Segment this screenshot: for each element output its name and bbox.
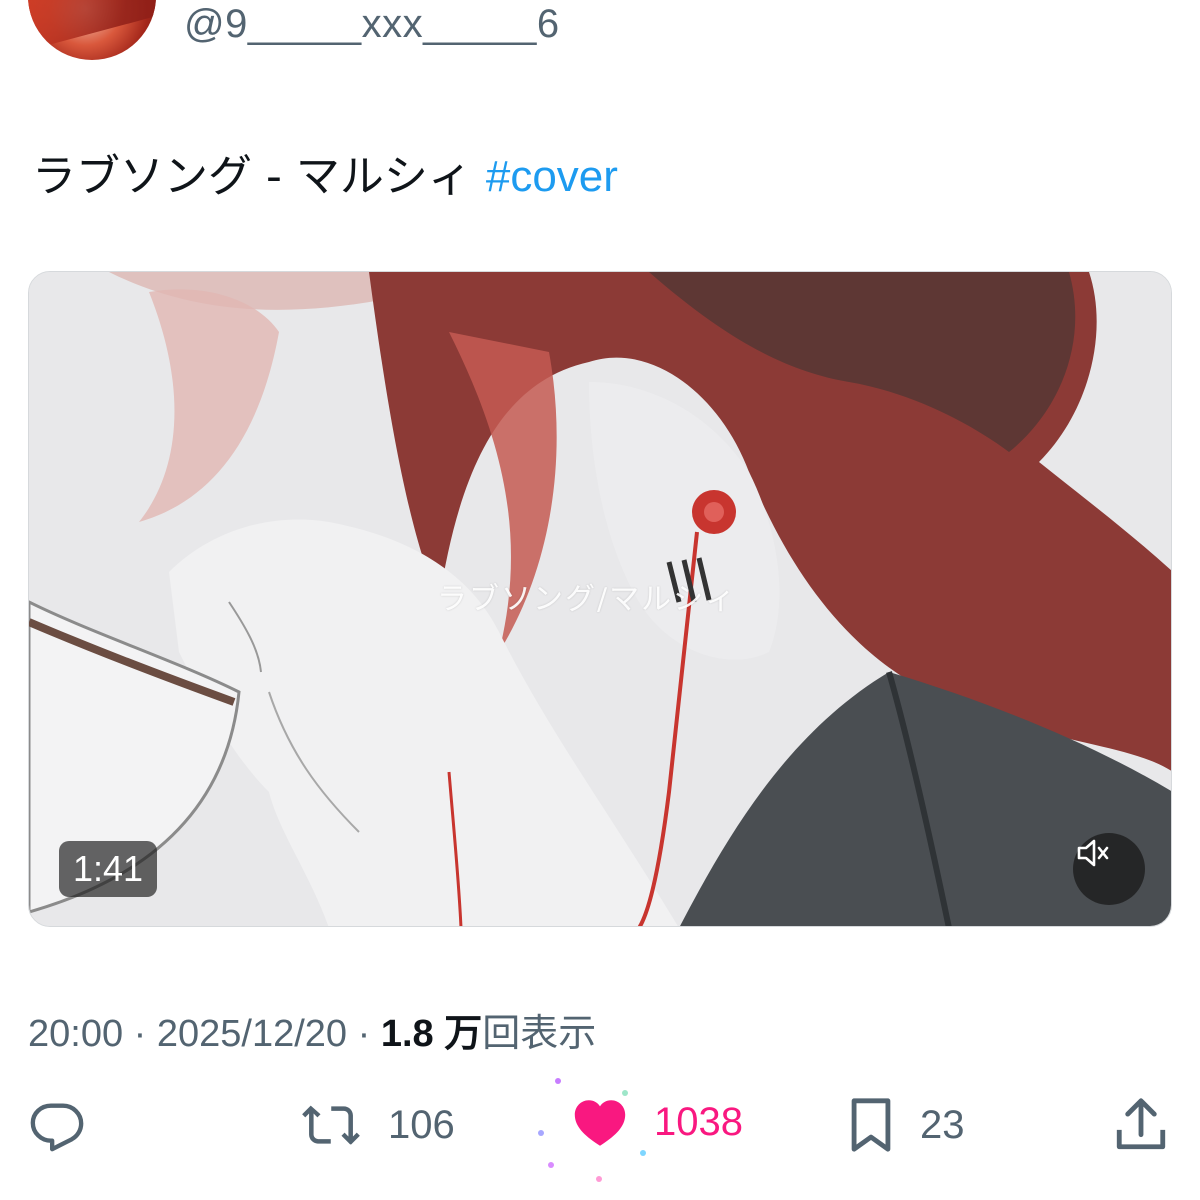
hashtag-link[interactable]: #cover <box>486 152 618 201</box>
retweet-count: 106 <box>388 1102 455 1147</box>
tweet-time[interactable]: 20:00 <box>28 1013 123 1055</box>
meta-separator: · <box>347 1013 381 1055</box>
avatar-artwork <box>28 0 156 51</box>
video-caption-overlay: ラブソング/マルシィ <box>437 582 738 617</box>
like-sparkle <box>555 1078 561 1084</box>
reply-button[interactable] <box>28 1096 86 1154</box>
video-player[interactable]: ラブソング/マルシィ 1:41 <box>28 271 1172 927</box>
tweet-body: ラブソング - マルシィ <box>32 151 486 202</box>
like-count: 1038 <box>654 1099 743 1144</box>
like-sparkle <box>596 1176 602 1182</box>
bookmark-count: 23 <box>920 1102 965 1147</box>
like-sparkle <box>622 1090 628 1096</box>
tweet-date[interactable]: 2025/12/20 <box>157 1013 347 1055</box>
tweet-detail: @9_____xxx_____6 ラブソング - マルシィ #cover ラブソ… <box>0 0 1200 1200</box>
tweet-text: ラブソング - マルシィ #cover <box>32 140 618 204</box>
like-sparkle <box>548 1162 554 1168</box>
like-sparkle <box>640 1150 646 1156</box>
user-handle[interactable]: @9_____xxx_____6 <box>184 2 560 47</box>
views-count: 1.8 万 <box>380 1013 483 1055</box>
share-button[interactable] <box>1114 1096 1168 1154</box>
heart-icon <box>574 1100 626 1146</box>
bookmark-icon <box>851 1098 891 1152</box>
bookmark-button[interactable]: 23 <box>848 1096 965 1154</box>
views-label: 回表示 <box>482 1011 597 1055</box>
share-icon <box>1116 1098 1166 1150</box>
video-duration-badge: 1:41 <box>59 841 158 897</box>
retweet-button[interactable]: 106 <box>300 1096 455 1154</box>
tweet-meta: 20:00 · 2025/12/20 · 1.8 万回表示 <box>28 1002 596 1057</box>
user-avatar[interactable] <box>28 0 156 60</box>
meta-separator: · <box>123 1013 157 1055</box>
like-sparkle <box>538 1130 544 1136</box>
like-button[interactable]: 1038 <box>572 1096 743 1148</box>
mute-button[interactable] <box>1073 833 1145 905</box>
reply-icon <box>30 1103 84 1152</box>
retweet-icon <box>302 1105 360 1145</box>
speaker-muted-icon <box>1077 839 1109 867</box>
